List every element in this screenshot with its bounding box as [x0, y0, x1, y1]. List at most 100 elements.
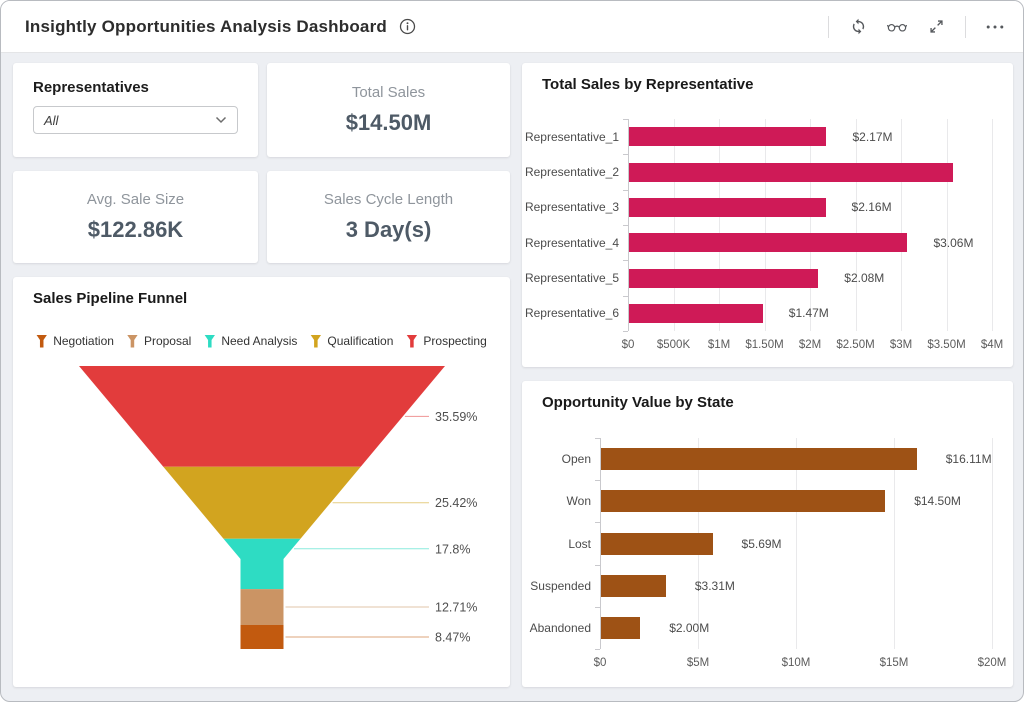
kpi-value: $14.50M [346, 110, 432, 136]
gridline [992, 119, 993, 331]
gridline [674, 119, 675, 331]
legend-item-proposal[interactable]: Proposal [127, 334, 191, 348]
card-sales-pipeline-funnel: Sales Pipeline Funnel NegotiationProposa… [13, 277, 510, 687]
title-wrap: Insightly Opportunities Analysis Dashboa… [25, 17, 417, 37]
bar-value-label: $2.16M [852, 199, 892, 215]
axis-tick [623, 119, 628, 120]
glasses-icon[interactable] [887, 17, 907, 37]
kpi-card-sales-cycle-length: Sales Cycle Length 3 Day(s) [267, 171, 510, 263]
axis-tick [595, 565, 600, 566]
bar-value-label: $3.31M [695, 578, 735, 594]
legend-item-prospecting[interactable]: Prospecting [406, 334, 486, 348]
funnel-glyph-icon [406, 335, 417, 348]
legend-item-qualification[interactable]: Qualification [310, 334, 393, 348]
bar-value-label: $2.00M [669, 620, 709, 636]
representatives-select[interactable]: All [33, 106, 238, 134]
selected-value: All [44, 113, 58, 128]
axis-tick-label: $0 [568, 656, 632, 670]
divider [828, 16, 829, 38]
axis-tick [623, 154, 628, 155]
category-label: Representative_6 [522, 305, 619, 321]
info-icon[interactable] [397, 17, 417, 37]
funnel-percent-label: 12.71% [435, 601, 477, 615]
bar-open[interactable] [601, 448, 917, 470]
dashboard-frame: Insightly Opportunities Analysis Dashboa… [0, 0, 1024, 702]
kpi-label: Avg. Sale Size [87, 191, 184, 208]
legend-item-negotiation[interactable]: Negotiation [36, 334, 114, 348]
bar-value-label: $2.17M [852, 129, 892, 145]
bar-value-label: $5.69M [742, 536, 782, 552]
card-representatives-filter: Representatives All [13, 63, 258, 157]
legend-item-need-analysis[interactable]: Need Analysis [204, 334, 297, 348]
axis-tick [623, 331, 628, 332]
funnel-segment-qualification[interactable] [163, 467, 360, 539]
funnel-segment-negotiation[interactable] [241, 625, 284, 649]
funnel-percent-label: 35.59% [435, 410, 477, 424]
category-label: Representative_4 [522, 235, 619, 251]
category-label: Representative_3 [522, 199, 619, 215]
axis-tick-label: $5M [666, 656, 730, 670]
bar-value-label: $16.11M [946, 451, 992, 467]
gridline [810, 119, 811, 331]
header-toolbar: Insightly Opportunities Analysis Dashboa… [1, 1, 1023, 53]
bar-suspended[interactable] [601, 575, 666, 597]
funnel-glyph-icon [127, 335, 138, 348]
bar-lost[interactable] [601, 533, 713, 555]
bar-representative_3[interactable] [629, 198, 826, 217]
category-label: Representative_2 [522, 164, 619, 180]
dashboard-title: Insightly Opportunities Analysis Dashboa… [25, 17, 387, 37]
funnel-glyph-icon [36, 335, 47, 348]
category-label: Open [522, 451, 591, 467]
legend-label: Proposal [144, 334, 191, 348]
category-label: Representative_1 [522, 129, 619, 145]
funnel-chart: 35.59% 25.42% 17.8% 12.71% 8.47% [13, 359, 510, 671]
gridline [856, 119, 857, 331]
bar-representative_4[interactable] [629, 233, 907, 252]
kpi-label: Sales Cycle Length [324, 191, 453, 208]
divider [965, 16, 966, 38]
state-chart-area: $0$5M$10M$15M$20MOpen$16.11MWon$14.50MLo… [522, 381, 1013, 687]
chevron-down-icon [215, 111, 227, 129]
bar-representative_2[interactable] [629, 163, 953, 182]
kpi-value: $122.86K [88, 217, 183, 243]
bar-representative_6[interactable] [629, 304, 763, 323]
axis-tick [595, 607, 600, 608]
gridline [992, 438, 993, 649]
funnel-percent-label: 8.47% [435, 631, 470, 645]
bar-won[interactable] [601, 490, 885, 512]
funnel-segment-prospecting[interactable] [79, 366, 445, 467]
funnel-segment-proposal[interactable] [241, 589, 284, 625]
legend-label: Need Analysis [221, 334, 297, 348]
kpi-card-avg-sale-size: Avg. Sale Size $122.86K [13, 171, 258, 263]
axis-tick [595, 438, 600, 439]
filter-label: Representatives [33, 79, 149, 96]
axis-tick [595, 522, 600, 523]
gridline [765, 119, 766, 331]
legend-label: Qualification [327, 334, 393, 348]
category-label: Abandoned [522, 620, 591, 636]
funnel-segment-need-analysis[interactable] [224, 539, 301, 589]
more-options-icon[interactable] [985, 17, 1005, 37]
bar-abandoned[interactable] [601, 617, 640, 639]
card-total-sales-by-representative: Total Sales by Representative $0$500K$1M… [522, 63, 1013, 367]
bar-representative_5[interactable] [629, 269, 818, 288]
bar-value-label: $3.06M [933, 235, 973, 251]
legend-label: Prospecting [423, 334, 486, 348]
axis-tick-label: $20M [960, 656, 1024, 670]
bar-value-label: $2.08M [844, 270, 884, 286]
gridline [719, 119, 720, 331]
axis-tick [623, 260, 628, 261]
funnel-glyph-icon [310, 335, 321, 348]
kpi-value: 3 Day(s) [346, 217, 432, 243]
fullscreen-icon[interactable] [926, 17, 946, 37]
y-axis-line [628, 119, 629, 331]
funnel-legend: Negotiation Proposal Need Analysis Qualific… [13, 334, 510, 348]
bar-representative_1[interactable] [629, 127, 826, 146]
axis-tick-label: $10M [764, 656, 828, 670]
refresh-icon[interactable] [848, 17, 868, 37]
funnel-percent-label: 25.42% [435, 496, 477, 510]
bar-value-label: $1.47M [789, 305, 829, 321]
funnel-percent-label: 17.8% [435, 542, 470, 556]
legend-label: Negotiation [53, 334, 114, 348]
axis-tick [595, 480, 600, 481]
